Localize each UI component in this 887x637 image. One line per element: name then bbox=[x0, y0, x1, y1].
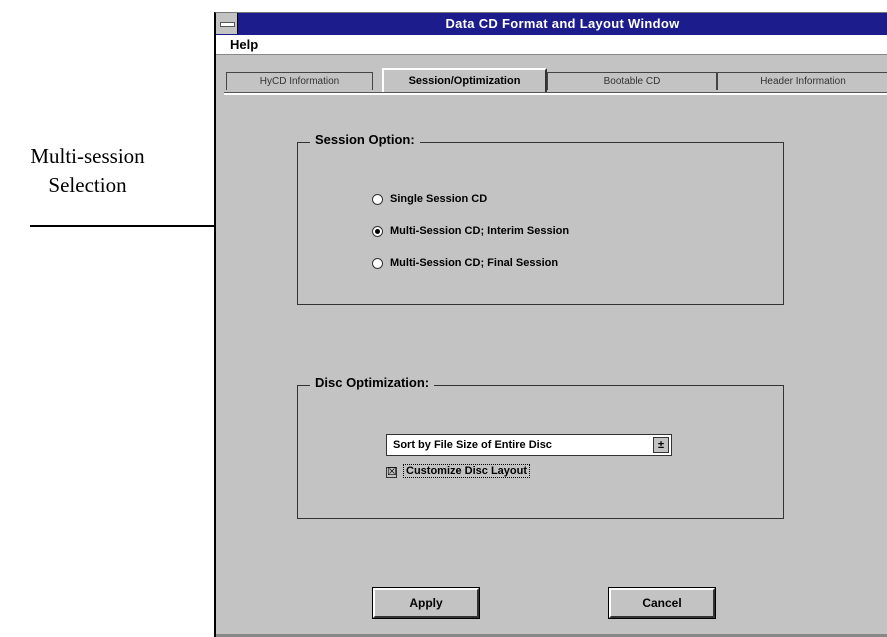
system-menu-icon bbox=[220, 22, 235, 27]
customize-layout-checkbox[interactable]: ☒ bbox=[386, 467, 397, 478]
tab-header-information[interactable]: Header Information bbox=[717, 72, 887, 90]
title-bar[interactable]: Data CD Format and Layout Window bbox=[216, 13, 887, 36]
window-title: Data CD Format and Layout Window bbox=[445, 16, 680, 31]
radio-label: Multi-Session CD; Interim Session bbox=[390, 225, 570, 237]
radio-button-selected-icon[interactable] bbox=[372, 226, 383, 237]
session-option-group: Session Option: Single Session CD Multi-… bbox=[297, 132, 784, 305]
radio-button-icon[interactable] bbox=[372, 194, 383, 205]
sort-order-select[interactable]: Sort by File Size of Entire Disc ± bbox=[386, 434, 672, 456]
tab-strip: HyCD Information Session/Optimization Bo… bbox=[226, 68, 887, 94]
tab-panel-border bbox=[224, 92, 887, 95]
radio-button-icon[interactable] bbox=[372, 258, 383, 269]
annotation-line-2: Selection bbox=[48, 173, 127, 197]
customize-layout-label[interactable]: Customize Disc Layout bbox=[403, 464, 531, 478]
annotation-line-1: Multi-session bbox=[30, 144, 145, 168]
apply-button[interactable]: Apply bbox=[372, 587, 480, 619]
session-option-title: Session Option: bbox=[310, 132, 420, 147]
tab-session-optimization[interactable]: Session/Optimization bbox=[382, 68, 547, 92]
disc-optimization-title: Disc Optimization: bbox=[310, 375, 435, 390]
dialog-window: Data CD Format and Layout Window Help Hy… bbox=[214, 12, 887, 637]
tab-hycd-information[interactable]: HyCD Information bbox=[226, 72, 373, 90]
group-corner bbox=[297, 385, 306, 394]
radio-label: Single Session CD bbox=[390, 193, 488, 205]
system-menu-button[interactable] bbox=[216, 13, 238, 34]
group-corner bbox=[297, 142, 306, 151]
annotation-label: Multi-session Selection bbox=[0, 142, 175, 200]
menu-help[interactable]: Help bbox=[230, 37, 258, 52]
menu-bar: Help bbox=[216, 35, 887, 55]
sort-order-value: Sort by File Size of Entire Disc bbox=[393, 439, 552, 451]
cancel-button[interactable]: Cancel bbox=[608, 587, 716, 619]
disc-optimization-group: Disc Optimization: Sort by File Size of … bbox=[297, 375, 784, 519]
radio-label: Multi-Session CD; Final Session bbox=[390, 257, 559, 269]
tab-bootable-cd[interactable]: Bootable CD bbox=[547, 72, 717, 90]
dropdown-arrow-icon[interactable]: ± bbox=[653, 437, 669, 453]
